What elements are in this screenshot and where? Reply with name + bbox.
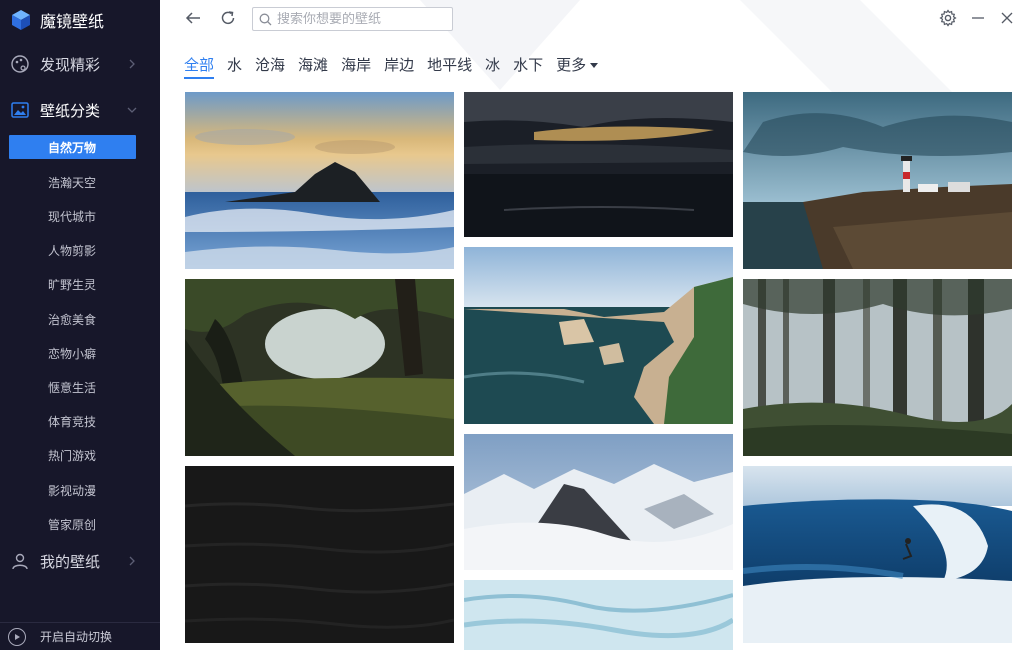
tab-sea[interactable]: 沧海 xyxy=(255,54,285,78)
category-item[interactable]: 热门游戏 xyxy=(9,443,136,467)
minimize-icon xyxy=(972,17,984,19)
wallpaper-thumbnail-sunset-rock[interactable] xyxy=(185,92,454,269)
nav-categories-label: 壁纸分类 xyxy=(40,101,101,120)
nav-my-wallpapers[interactable]: 我的壁纸 xyxy=(0,543,160,579)
nav-categories[interactable]: 壁纸分类 xyxy=(0,92,160,128)
tab-coast[interactable]: 海岸 xyxy=(341,54,371,78)
tab-ice[interactable]: 冰 xyxy=(485,54,500,78)
nav-discover[interactable]: 发现精彩 xyxy=(0,46,160,82)
minimize-button[interactable] xyxy=(967,7,989,29)
refresh-button[interactable] xyxy=(217,7,239,29)
wallpaper-thumbnail-lighthouse[interactable] xyxy=(743,92,1012,269)
search-icon xyxy=(259,13,272,25)
category-item[interactable]: 浩瀚天空 xyxy=(9,170,136,194)
wallpaper-thumbnail-dark-water[interactable] xyxy=(185,466,454,643)
arrow-left-icon xyxy=(185,12,200,24)
cube-logo-icon xyxy=(12,10,30,30)
tab-more[interactable]: 更多 xyxy=(556,54,599,78)
category-item[interactable]: 影视动漫 xyxy=(9,478,136,502)
nav-discover-label: 发现精彩 xyxy=(40,55,101,74)
tab-underwater[interactable]: 水下 xyxy=(513,54,543,78)
tab-more-label: 更多 xyxy=(556,56,587,74)
category-item[interactable]: 治愈美食 xyxy=(9,307,136,331)
app-logo: 魔镜壁纸 xyxy=(10,7,104,33)
wallpaper-thumbnail-ice-water[interactable] xyxy=(464,580,733,650)
caret-down-icon xyxy=(590,63,599,68)
category-item[interactable]: 旷野生灵 xyxy=(9,272,136,296)
category-item[interactable]: 管家原创 xyxy=(9,512,136,536)
wallpaper-thumbnail-snowy-mountains[interactable] xyxy=(464,434,733,570)
auto-switch-label: 开启自动切换 xyxy=(40,630,113,644)
close-icon xyxy=(1001,12,1013,24)
tab-beach[interactable]: 海滩 xyxy=(298,54,328,78)
wallpaper-thumbnail-forest-path[interactable] xyxy=(185,279,454,456)
refresh-icon xyxy=(221,11,235,25)
tab-horizon[interactable]: 地平线 xyxy=(427,54,472,78)
category-item[interactable]: 体育竞技 xyxy=(9,409,136,433)
category-item[interactable]: 人物剪影 xyxy=(9,238,136,262)
chevron-right-icon xyxy=(129,59,135,69)
search-input[interactable] xyxy=(277,11,447,27)
search-box[interactable] xyxy=(252,7,453,31)
tab-shore[interactable]: 岸边 xyxy=(384,54,414,78)
main-content: 全部 水 沧海 海滩 海岸 岸边 地平线 冰 水下 更多 xyxy=(160,0,1024,650)
back-button[interactable] xyxy=(182,7,204,29)
chevron-right-icon xyxy=(129,556,135,566)
image-icon xyxy=(10,100,30,120)
tab-all[interactable]: 全部 xyxy=(184,54,215,79)
nav-my-wallpapers-label: 我的壁纸 xyxy=(40,552,101,571)
close-button[interactable] xyxy=(996,7,1018,29)
category-tabs: 全部 水 沧海 海滩 海岸 岸边 地平线 冰 水下 更多 xyxy=(184,54,611,80)
sidebar: 魔镜壁纸 发现精彩 壁纸分类 自然万物 浩瀚天空 现代城市 人物剪影 旷野生灵 … xyxy=(0,0,160,650)
gear-icon xyxy=(939,9,957,27)
category-item[interactable]: 自然万物 xyxy=(9,135,136,159)
tab-water[interactable]: 水 xyxy=(227,54,242,78)
category-item[interactable]: 惬意生活 xyxy=(9,375,136,399)
app-title: 魔镜壁纸 xyxy=(40,12,105,31)
wallpaper-thumbnail-sea-cliffs[interactable] xyxy=(464,247,733,424)
wallpaper-thumbnail-stormy-horizon[interactable] xyxy=(464,92,733,237)
category-item[interactable]: 恋物小癖 xyxy=(9,341,136,365)
wallpaper-thumbnail-surfer-wave[interactable] xyxy=(743,466,1012,643)
auto-switch-button[interactable]: 开启自动切换 xyxy=(0,622,160,650)
play-icon xyxy=(8,627,26,646)
user-icon xyxy=(10,551,30,571)
wallpaper-thumbnail-misty-forest[interactable] xyxy=(743,279,1012,456)
category-item[interactable]: 现代城市 xyxy=(9,204,136,228)
chevron-down-icon xyxy=(127,107,137,113)
palette-icon xyxy=(10,54,30,74)
settings-button[interactable] xyxy=(937,7,959,29)
